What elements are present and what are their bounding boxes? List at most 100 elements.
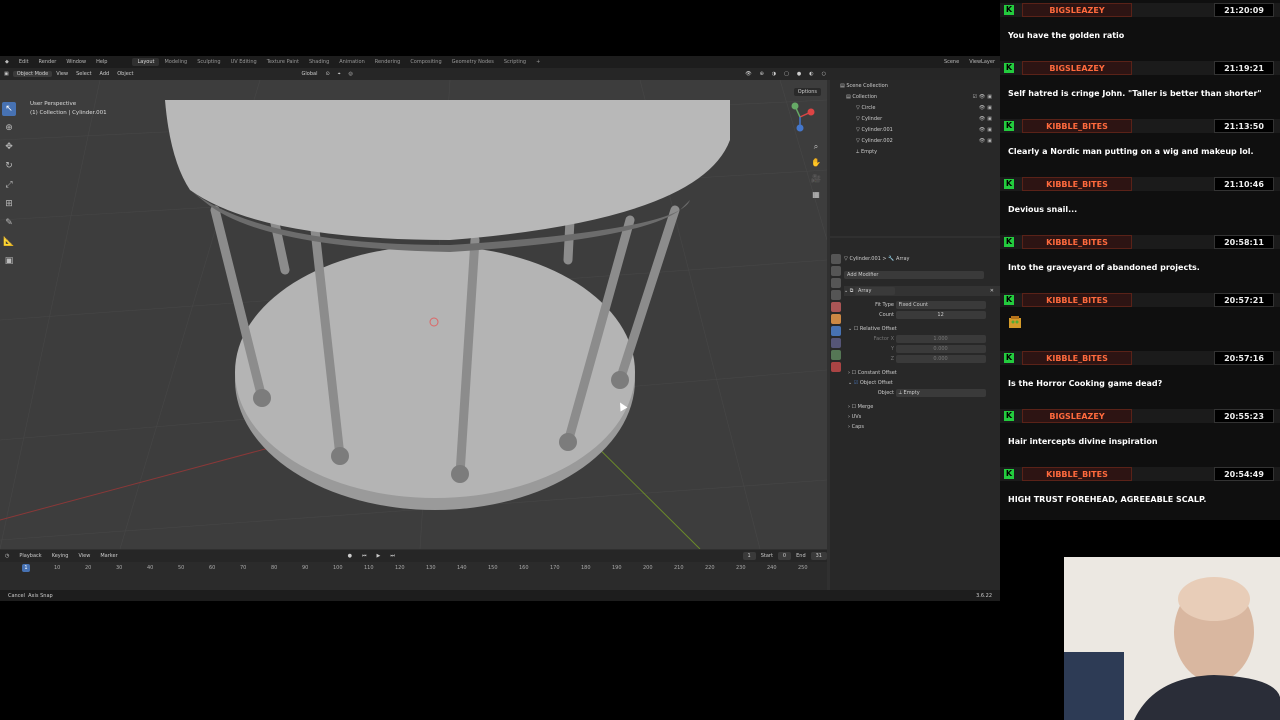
caps-row[interactable]: › Caps xyxy=(844,422,1000,432)
tab-layout[interactable]: Layout xyxy=(132,58,160,66)
modifier-header[interactable]: ⌄ ⧉ Array ✕ xyxy=(844,286,1000,296)
constant-offset-row[interactable]: › ☐ Constant Offset xyxy=(844,368,1000,378)
camera-view-icon[interactable]: 🎥 xyxy=(809,172,823,186)
modifier-tab-icon[interactable] xyxy=(831,326,841,336)
visibility-icons[interactable]: ☑👁▣ xyxy=(972,94,1000,100)
object-offset-row[interactable]: ⌄ ☑ Object Offset xyxy=(844,378,1000,388)
tab-uv-editing[interactable]: UV Editing xyxy=(226,58,262,66)
grid-view-icon[interactable]: ▦ xyxy=(809,188,823,202)
modifier-close-icon[interactable]: ✕ xyxy=(990,288,1000,294)
viewlayer-selector[interactable]: ViewLayer xyxy=(964,59,1000,65)
mode-dropdown[interactable]: Object Mode xyxy=(12,71,53,77)
add-modifier-button[interactable]: Add Modifier xyxy=(844,270,1000,280)
navigation-gizmo[interactable] xyxy=(783,100,817,134)
annotate-tool-icon[interactable]: ✎ xyxy=(2,216,16,230)
expand-icon[interactable]: › xyxy=(848,370,850,376)
overlay-toggle-icon[interactable]: ◑ xyxy=(768,71,780,77)
expand-icon[interactable]: ⌄ xyxy=(848,326,852,332)
playhead[interactable]: 1 xyxy=(22,564,30,572)
expand-icon[interactable]: › xyxy=(848,404,850,410)
tab-rendering[interactable]: Rendering xyxy=(370,58,406,66)
outliner-scene-collection[interactable]: ▤ Scene Collection xyxy=(830,80,1000,91)
menu-window[interactable]: Window xyxy=(61,59,91,65)
menu-render[interactable]: Render xyxy=(34,59,62,65)
outliner-item-cylinder-001[interactable]: ▽ Cylinder.001 👁▣ xyxy=(830,124,1000,135)
chat-username[interactable]: BIGSLEAZEY xyxy=(1022,61,1132,75)
xray-icon[interactable]: ▢ xyxy=(780,71,793,77)
object-tab-icon[interactable] xyxy=(831,314,841,324)
transform-tool-icon[interactable]: ⊞ xyxy=(2,197,16,211)
pan-hand-icon[interactable]: ✋ xyxy=(809,156,823,170)
expand-icon[interactable]: › xyxy=(848,424,850,430)
add-cube-tool-icon[interactable]: ▣ xyxy=(2,254,16,268)
scene-tab-icon[interactable] xyxy=(831,290,841,300)
menu-edit[interactable]: Edit xyxy=(14,59,34,65)
menu-view[interactable]: View xyxy=(52,71,72,77)
jump-start-icon[interactable]: ⏮ xyxy=(357,553,372,559)
proportional-icon[interactable]: ◎ xyxy=(345,71,357,77)
jump-end-icon[interactable]: ⏭ xyxy=(385,553,400,559)
pivot-icon[interactable]: ⊙ xyxy=(321,71,333,77)
relative-offset-row[interactable]: ⌄ ☐ Relative Offset xyxy=(844,324,1000,334)
particles-tab-icon[interactable] xyxy=(831,338,841,348)
data-tab-icon[interactable] xyxy=(831,350,841,360)
record-icon[interactable]: ● xyxy=(343,553,357,559)
scale-tool-icon[interactable]: ⤢ xyxy=(2,178,16,192)
factor-x-field[interactable]: 1.000 xyxy=(895,335,986,343)
tab-compositing[interactable]: Compositing xyxy=(405,58,446,66)
visibility-icons[interactable]: 👁▣ xyxy=(979,105,1000,111)
chat-username[interactable]: KIBBLE_BITES xyxy=(1022,235,1132,249)
start-frame-field[interactable]: 0 xyxy=(777,552,792,560)
outliner-item-cylinder[interactable]: ▽ Cylinder 👁▣ xyxy=(830,113,1000,124)
menu-select[interactable]: Select xyxy=(72,71,95,77)
output-tab-icon[interactable] xyxy=(831,278,841,288)
tab-animation[interactable]: Animation xyxy=(334,58,370,66)
outliner-collection[interactable]: ▤ Collection ☑👁▣ xyxy=(830,91,1000,102)
menu-object[interactable]: Object xyxy=(113,71,137,77)
menu-marker[interactable]: Marker xyxy=(95,553,122,559)
3d-viewport[interactable]: User Perspective (1) Collection | Cylind… xyxy=(0,80,827,549)
tab-scripting[interactable]: Scripting xyxy=(499,58,531,66)
timeline-editor-icon[interactable]: ◷ xyxy=(0,553,14,559)
count-field[interactable]: 12 xyxy=(895,311,986,319)
chat-username[interactable]: KIBBLE_BITES xyxy=(1022,293,1132,307)
outliner-item-cylinder-002[interactable]: ▽ Cylinder.002 👁▣ xyxy=(830,135,1000,146)
fit-type-dropdown[interactable]: Fixed Count xyxy=(895,301,986,309)
add-workspace-button[interactable]: + xyxy=(531,58,545,66)
editor-type-icon[interactable]: ▣ xyxy=(0,71,13,77)
timeline-track[interactable]: 1102030405060708090100110120130140150160… xyxy=(0,562,827,590)
tab-shading[interactable]: Shading xyxy=(304,58,334,66)
tab-geometry-nodes[interactable]: Geometry Nodes xyxy=(447,58,499,66)
collapse-icon[interactable]: ⌄ xyxy=(844,288,848,294)
tab-texture-paint[interactable]: Texture Paint xyxy=(262,58,304,66)
menu-help[interactable]: Help xyxy=(91,59,112,65)
cursor-tool-icon[interactable]: ⊕ xyxy=(2,121,16,135)
zoom-icon[interactable]: ⌕ xyxy=(809,140,823,154)
visibility-icon[interactable]: 👁 xyxy=(741,71,755,77)
visibility-icons[interactable]: 👁▣ xyxy=(979,116,1000,122)
menu-add[interactable]: Add xyxy=(96,71,114,77)
merge-row[interactable]: › ☐ Merge xyxy=(844,402,1000,412)
factor-z-field[interactable]: 0.000 xyxy=(895,355,986,363)
uvs-row[interactable]: › UVs xyxy=(844,412,1000,422)
factor-y-field[interactable]: 0.000 xyxy=(895,345,986,353)
menu-playback[interactable]: Playback xyxy=(14,553,46,559)
chat-username[interactable]: KIBBLE_BITES xyxy=(1022,119,1132,133)
outliner-item-empty[interactable]: ⟂ Empty xyxy=(830,146,1000,157)
material-tab-icon[interactable] xyxy=(831,362,841,372)
chat-username[interactable]: KIBBLE_BITES xyxy=(1022,467,1132,481)
menu-keying[interactable]: Keying xyxy=(47,553,74,559)
snap-icon[interactable]: ⌖ xyxy=(334,71,345,77)
current-frame-field[interactable]: 1 xyxy=(742,552,756,560)
visibility-icons[interactable]: 👁▣ xyxy=(979,138,1000,144)
shading-material-icon[interactable]: ◐ xyxy=(805,71,817,77)
tab-modeling[interactable]: Modeling xyxy=(159,58,192,66)
render-tab-icon[interactable] xyxy=(831,266,841,276)
tab-sculpting[interactable]: Sculpting xyxy=(192,58,225,66)
modifier-name-field[interactable]: Array xyxy=(854,287,895,295)
rotate-tool-icon[interactable]: ↻ xyxy=(2,159,16,173)
shading-solid-icon[interactable]: ● xyxy=(793,71,805,77)
chat-username[interactable]: BIGSLEAZEY xyxy=(1022,409,1132,423)
orientation-dropdown[interactable]: Global xyxy=(298,71,322,77)
scene-selector[interactable]: Scene xyxy=(939,59,964,65)
